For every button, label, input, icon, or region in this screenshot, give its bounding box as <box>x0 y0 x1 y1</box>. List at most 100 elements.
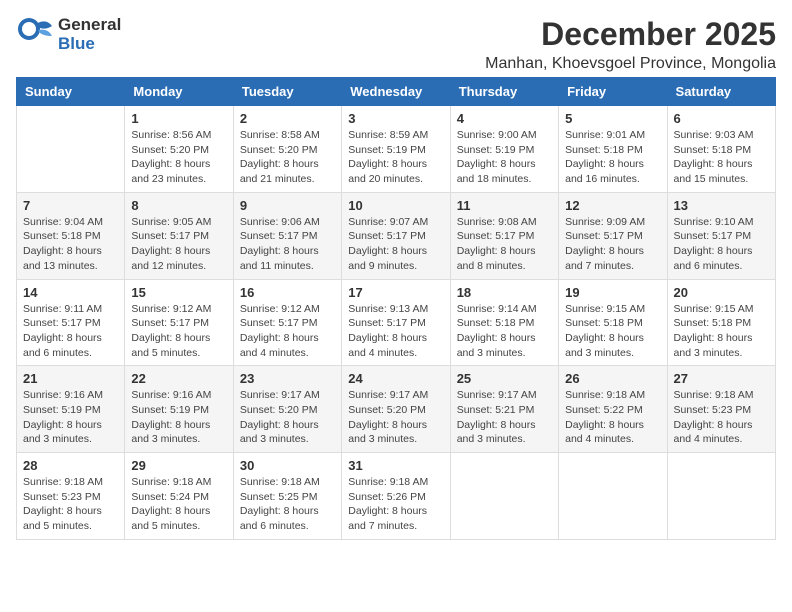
day-number: 30 <box>240 458 335 473</box>
page-subtitle: Manhan, Khoevsgoel Province, Mongolia <box>485 55 776 73</box>
day-info: Sunrise: 9:08 AMSunset: 5:17 PMDaylight:… <box>457 215 552 274</box>
day-info: Sunrise: 9:16 AMSunset: 5:19 PMDaylight:… <box>131 388 226 447</box>
day-number: 17 <box>348 285 443 300</box>
day-info: Sunrise: 9:17 AMSunset: 5:21 PMDaylight:… <box>457 388 552 447</box>
table-row: 2 Sunrise: 8:58 AMSunset: 5:20 PMDaylight… <box>233 106 341 193</box>
day-number: 22 <box>131 371 226 386</box>
table-row <box>450 453 558 540</box>
header-sunday: Sunday <box>17 78 125 106</box>
day-info: Sunrise: 9:12 AMSunset: 5:17 PMDaylight:… <box>240 302 335 361</box>
calendar-week-row: 1Sunrise: 8:56 AMSunset: 5:20 PMDaylight… <box>17 106 776 193</box>
table-row: 7 Sunrise: 9:04 AMSunset: 5:18 PMDaylight… <box>17 192 125 279</box>
day-info: Sunrise: 9:18 AMSunset: 5:23 PMDaylight:… <box>23 475 118 534</box>
table-row: 13 Sunrise: 9:10 AMSunset: 5:17 PMDayligh… <box>667 192 775 279</box>
day-number: 12 <box>565 198 660 213</box>
table-row: 23 Sunrise: 9:17 AMSunset: 5:20 PMDayligh… <box>233 366 341 453</box>
table-row: 11 Sunrise: 9:08 AMSunset: 5:17 PMDayligh… <box>450 192 558 279</box>
logo-blue: Blue <box>58 35 121 54</box>
table-row: 29Sunrise: 9:18 AMSunset: 5:24 PMDayligh… <box>125 453 233 540</box>
table-row: 21Sunrise: 9:16 AMSunset: 5:19 PMDayligh… <box>17 366 125 453</box>
table-row: 15Sunrise: 9:12 AMSunset: 5:17 PMDayligh… <box>125 279 233 366</box>
day-info: Sunrise: 9:06 AMSunset: 5:17 PMDaylight:… <box>240 215 335 274</box>
day-info: Sunrise: 8:59 AMSunset: 5:19 PMDaylight:… <box>348 128 443 187</box>
header-friday: Friday <box>559 78 667 106</box>
calendar-week-row: 28 Sunrise: 9:18 AMSunset: 5:23 PMDayligh… <box>17 453 776 540</box>
table-row <box>667 453 775 540</box>
day-info: Sunrise: 9:18 AMSunset: 5:22 PMDaylight:… <box>565 388 660 447</box>
table-row: 4 Sunrise: 9:00 AMSunset: 5:19 PMDaylight… <box>450 106 558 193</box>
table-row: 31 Sunrise: 9:18 AMSunset: 5:26 PMDayligh… <box>342 453 450 540</box>
day-number: 25 <box>457 371 552 386</box>
day-info: Sunrise: 9:00 AMSunset: 5:19 PMDaylight:… <box>457 128 552 187</box>
table-row: 6Sunrise: 9:03 AMSunset: 5:18 PMDaylight… <box>667 106 775 193</box>
day-info: Sunrise: 9:18 AMSunset: 5:23 PMDaylight:… <box>674 388 769 447</box>
day-number: 28 <box>23 458 118 473</box>
day-info: Sunrise: 9:05 AMSunset: 5:17 PMDaylight:… <box>131 215 226 274</box>
day-number: 3 <box>348 111 443 126</box>
day-number: 31 <box>348 458 443 473</box>
page-title: December 2025 <box>485 16 776 53</box>
logo: General Blue <box>16 16 121 54</box>
table-row: 8 Sunrise: 9:05 AMSunset: 5:17 PMDaylight… <box>125 192 233 279</box>
table-row: 14 Sunrise: 9:11 AMSunset: 5:17 PMDayligh… <box>17 279 125 366</box>
page-header: General Blue December 2025 Manhan, Khoev… <box>16 16 776 73</box>
table-row: 5Sunrise: 9:01 AMSunset: 5:18 PMDaylight… <box>559 106 667 193</box>
header-monday: Monday <box>125 78 233 106</box>
day-number: 6 <box>674 111 769 126</box>
table-row: 9Sunrise: 9:06 AMSunset: 5:17 PMDaylight… <box>233 192 341 279</box>
day-info: Sunrise: 9:12 AMSunset: 5:17 PMDaylight:… <box>131 302 226 361</box>
day-info: Sunrise: 9:15 AMSunset: 5:18 PMDaylight:… <box>565 302 660 361</box>
day-info: Sunrise: 9:14 AMSunset: 5:18 PMDaylight:… <box>457 302 552 361</box>
day-number: 8 <box>131 198 226 213</box>
day-number: 2 <box>240 111 335 126</box>
day-info: Sunrise: 9:18 AMSunset: 5:26 PMDaylight:… <box>348 475 443 534</box>
day-number: 11 <box>457 198 552 213</box>
table-row: 27 Sunrise: 9:18 AMSunset: 5:23 PMDayligh… <box>667 366 775 453</box>
day-number: 1 <box>131 111 226 126</box>
header-wednesday: Wednesday <box>342 78 450 106</box>
day-info: Sunrise: 9:07 AMSunset: 5:17 PMDaylight:… <box>348 215 443 274</box>
title-section: December 2025 Manhan, Khoevsgoel Provinc… <box>485 16 776 73</box>
header-thursday: Thursday <box>450 78 558 106</box>
table-row: 17 Sunrise: 9:13 AMSunset: 5:17 PMDayligh… <box>342 279 450 366</box>
calendar-week-row: 21 Sunrise: 9:16 AMSunset: 5:19 PMDayligh… <box>17 366 776 453</box>
day-info: Sunrise: 9:11 AMSunset: 5:17 PMDaylight:… <box>23 302 118 361</box>
calendar-table: Sunday Monday Tuesday Wednesday Thursday… <box>16 77 776 540</box>
day-info: Sunrise: 9:18 AMSunset: 5:24 PMDaylight:… <box>131 475 226 534</box>
day-number: 7 <box>23 198 118 213</box>
day-info: Sunrise: 9:17 AMSunset: 5:20 PMDaylight:… <box>240 388 335 447</box>
day-number: 19 <box>565 285 660 300</box>
day-info: Sunrise: 9:13 AMSunset: 5:17 PMDaylight:… <box>348 302 443 361</box>
day-number: 16 <box>240 285 335 300</box>
day-number: 13 <box>674 198 769 213</box>
day-number: 18 <box>457 285 552 300</box>
table-row: 24Sunrise: 9:17 AMSunset: 5:20 PMDayligh… <box>342 366 450 453</box>
logo-text: General Blue <box>58 16 121 53</box>
table-row: 22 Sunrise: 9:16 AMSunset: 5:19 PMDayligh… <box>125 366 233 453</box>
table-row <box>559 453 667 540</box>
day-number: 10 <box>348 198 443 213</box>
day-number: 21 <box>23 371 118 386</box>
table-row: 12Sunrise: 9:09 AMSunset: 5:17 PMDayligh… <box>559 192 667 279</box>
calendar-week-row: 14 Sunrise: 9:11 AMSunset: 5:17 PMDayligh… <box>17 279 776 366</box>
day-number: 5 <box>565 111 660 126</box>
logo-general: General <box>58 16 121 35</box>
table-row: 18 Sunrise: 9:14 AMSunset: 5:18 PMDayligh… <box>450 279 558 366</box>
table-row <box>17 106 125 193</box>
day-number: 24 <box>348 371 443 386</box>
day-info: Sunrise: 9:10 AMSunset: 5:17 PMDaylight:… <box>674 215 769 274</box>
table-row: 16 Sunrise: 9:12 AMSunset: 5:17 PMDayligh… <box>233 279 341 366</box>
day-number: 23 <box>240 371 335 386</box>
day-number: 14 <box>23 285 118 300</box>
day-info: Sunrise: 9:04 AMSunset: 5:18 PMDaylight:… <box>23 215 118 274</box>
day-info: Sunrise: 8:58 AMSunset: 5:20 PMDaylight:… <box>240 128 335 187</box>
table-row: 30 Sunrise: 9:18 AMSunset: 5:25 PMDayligh… <box>233 453 341 540</box>
table-row: 3 Sunrise: 8:59 AMSunset: 5:19 PMDaylight… <box>342 106 450 193</box>
day-number: 4 <box>457 111 552 126</box>
calendar-week-row: 7 Sunrise: 9:04 AMSunset: 5:18 PMDaylight… <box>17 192 776 279</box>
header-tuesday: Tuesday <box>233 78 341 106</box>
day-number: 27 <box>674 371 769 386</box>
table-row: 10 Sunrise: 9:07 AMSunset: 5:17 PMDayligh… <box>342 192 450 279</box>
table-row: 19 Sunrise: 9:15 AMSunset: 5:18 PMDayligh… <box>559 279 667 366</box>
day-info: Sunrise: 9:18 AMSunset: 5:25 PMDaylight:… <box>240 475 335 534</box>
